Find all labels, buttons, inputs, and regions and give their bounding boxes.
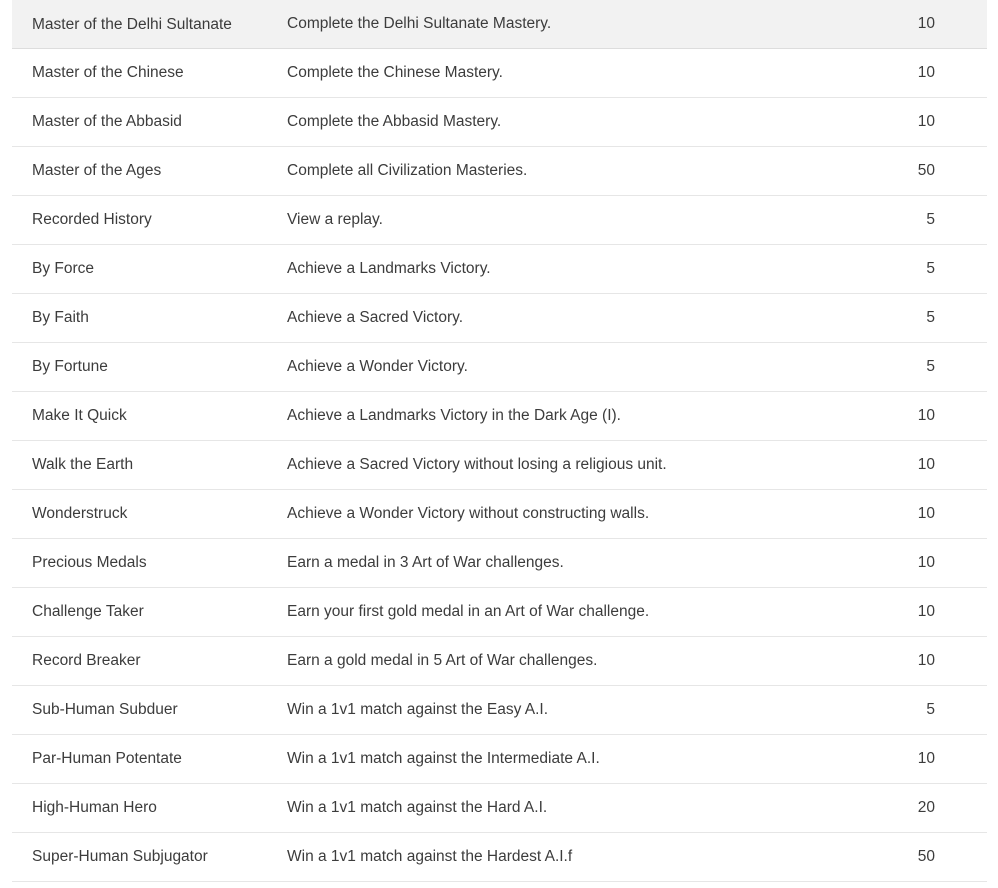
table-row[interactable]: Master of the ChineseComplete the Chines… [12,49,987,98]
achievement-name: Master of the Chinese [12,63,277,83]
achievement-description: Win a 1v1 match against the Hardest A.I.… [277,847,847,867]
achievement-description: Complete the Abbasid Mastery. [277,112,847,132]
achievement-description: Complete the Delhi Sultanate Mastery. [277,14,847,34]
achievement-name: Precious Medals [12,553,277,573]
achievement-description: Achieve a Wonder Victory. [277,357,847,377]
achievement-description: Earn a medal in 3 Art of War challenges. [277,553,847,573]
achievement-points: 5 [847,259,987,279]
achievement-description: Achieve a Landmarks Victory in the Dark … [277,406,847,426]
table-row[interactable]: Walk the EarthAchieve a Sacred Victory w… [12,441,987,490]
achievement-description: Earn a gold medal in 5 Art of War challe… [277,651,847,671]
achievement-description: Win a 1v1 match against the Hard A.I. [277,798,847,818]
achievement-name: Make It Quick [12,406,277,426]
achievement-name: Record Breaker [12,651,277,671]
table-row[interactable]: WonderstruckAchieve a Wonder Victory wit… [12,490,987,539]
achievement-name: Master of the Abbasid [12,112,277,132]
achievement-points: 10 [847,406,987,426]
achievement-description: Achieve a Landmarks Victory. [277,259,847,279]
achievement-name: Sub-Human Subduer [12,700,277,720]
table-row[interactable]: Precious MedalsEarn a medal in 3 Art of … [12,539,987,588]
achievement-name: By Fortune [12,357,277,377]
table-row[interactable]: Sub-Human SubduerWin a 1v1 match against… [12,686,987,735]
achievement-name: High-Human Hero [12,798,277,818]
achievement-points: 10 [847,749,987,769]
achievement-points: 10 [847,14,987,34]
achievement-points: 5 [847,357,987,377]
achievement-name: Recorded History [12,210,277,230]
achievement-name: Challenge Taker [12,602,277,622]
table-row[interactable]: Record BreakerEarn a gold medal in 5 Art… [12,637,987,686]
table-row[interactable]: Challenge TakerEarn your first gold meda… [12,588,987,637]
achievement-points: 50 [847,161,987,181]
achievement-points: 5 [847,700,987,720]
achievement-points: 10 [847,651,987,671]
achievement-description: View a replay. [277,210,847,230]
table-row[interactable]: Master of the AgesComplete all Civilizat… [12,147,987,196]
achievement-points: 10 [847,602,987,622]
achievements-table: Master of the Delhi SultanateComplete th… [0,0,998,888]
achievement-points: 10 [847,553,987,573]
achievement-description: Complete all Civilization Masteries. [277,161,847,181]
achievement-points: 10 [847,455,987,475]
achievement-name: Wonderstruck [12,504,277,524]
achievement-name: By Faith [12,308,277,328]
table-row[interactable]: Master of the Delhi SultanateComplete th… [12,0,987,49]
achievement-points: 5 [847,210,987,230]
achievement-points: 10 [847,63,987,83]
achievement-description: Win a 1v1 match against the Intermediate… [277,749,847,769]
table-row[interactable]: High-Human HeroWin a 1v1 match against t… [12,784,987,833]
table-row[interactable]: By FortuneAchieve a Wonder Victory.5 [12,343,987,392]
achievement-name: Walk the Earth [12,455,277,475]
achievement-description: Earn your first gold medal in an Art of … [277,602,847,622]
table-row[interactable]: By FaithAchieve a Sacred Victory.5 [12,294,987,343]
table-row[interactable]: Make It QuickAchieve a Landmarks Victory… [12,392,987,441]
table-row[interactable]: Par-Human PotentateWin a 1v1 match again… [12,735,987,784]
achievement-name: Master of the Ages [12,161,277,181]
achievement-points: 50 [847,847,987,867]
achievement-name: Master of the Delhi Sultanate [12,16,277,33]
achievement-points: 10 [847,504,987,524]
achievement-description: Achieve a Sacred Victory without losing … [277,455,847,475]
achievement-description: Complete the Chinese Mastery. [277,63,847,83]
achievement-points: 10 [847,112,987,132]
table-row[interactable]: By ForceAchieve a Landmarks Victory.5 [12,245,987,294]
achievement-name: Par-Human Potentate [12,749,277,769]
achievement-points: 20 [847,798,987,818]
achievement-description: Win a 1v1 match against the Easy A.I. [277,700,847,720]
table-row[interactable]: Master of the AbbasidComplete the Abbasi… [12,98,987,147]
table-row[interactable]: Recorded HistoryView a replay.5 [12,196,987,245]
table-row[interactable]: Super-Human SubjugatorWin a 1v1 match ag… [12,833,987,882]
achievement-name: Super-Human Subjugator [12,847,277,867]
achievement-description: Achieve a Sacred Victory. [277,308,847,328]
achievement-description: Achieve a Wonder Victory without constru… [277,504,847,524]
achievement-name: By Force [12,259,277,279]
achievement-points: 5 [847,308,987,328]
